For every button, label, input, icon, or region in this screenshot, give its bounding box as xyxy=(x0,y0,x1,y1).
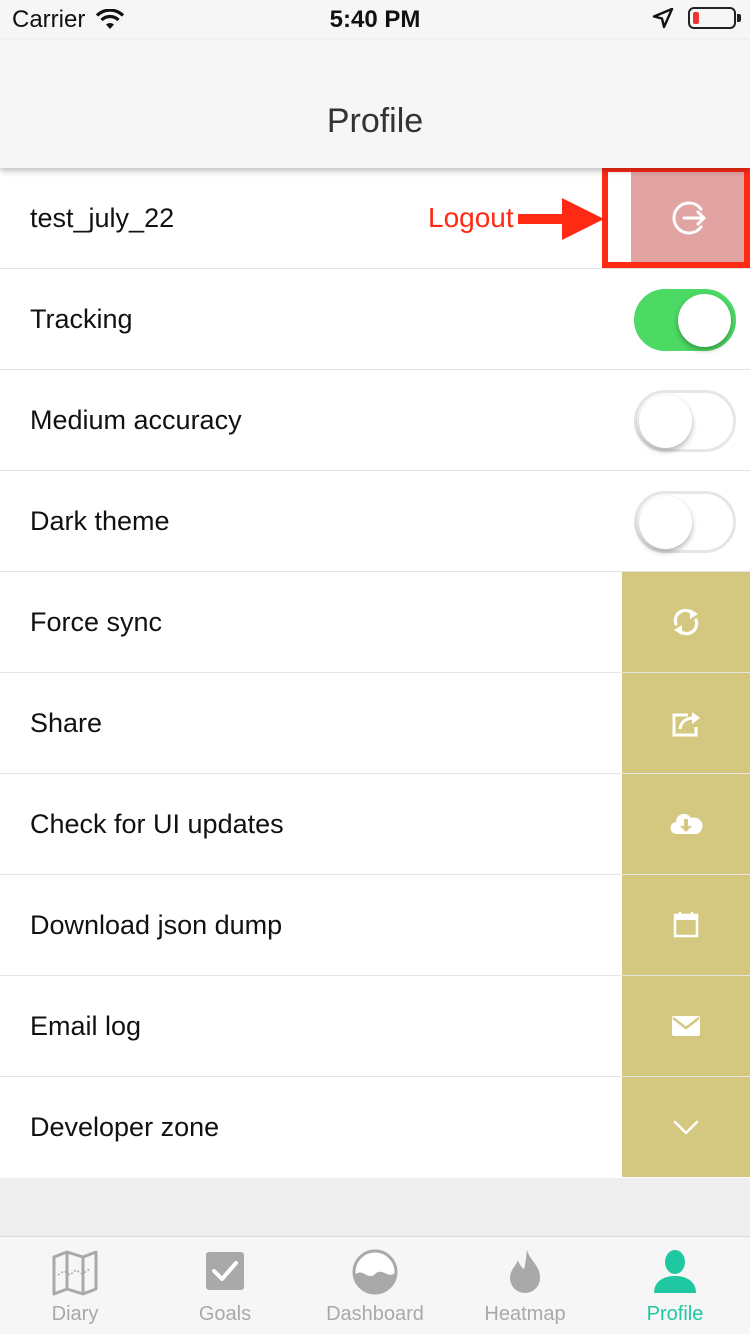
download-json-dump-button[interactable] xyxy=(622,875,750,975)
json-dump-row: Download json dump xyxy=(0,875,750,976)
dashboard-icon xyxy=(352,1249,398,1295)
tracking-toggle[interactable] xyxy=(634,289,736,351)
battery-icon xyxy=(688,7,741,29)
force-sync-label: Force sync xyxy=(30,607,163,637)
status-bar: Carrier 5:40 PM xyxy=(0,0,750,40)
medium-accuracy-toggle[interactable] xyxy=(634,390,736,452)
profile-settings-list: test_july_22 Logout Tracking Medium accu… xyxy=(0,166,750,1178)
medium-accuracy-row: Medium accuracy xyxy=(0,370,750,471)
developer-zone-label: Developer zone xyxy=(30,1112,220,1142)
logout-annotation-label: Logout xyxy=(428,202,514,233)
email-log-row: Email log xyxy=(0,976,750,1077)
mail-icon xyxy=(672,1016,700,1036)
logout-icon xyxy=(672,201,705,235)
force-sync-row: Force sync xyxy=(0,572,750,673)
status-right xyxy=(652,7,741,29)
ui-updates-row: Check for UI updates xyxy=(0,774,750,875)
email-log-button[interactable] xyxy=(622,976,750,1076)
tab-bar: Diary Goals Dashboard Heatmap Profile xyxy=(0,1236,750,1334)
tab-heatmap-label: Heatmap xyxy=(484,1303,566,1325)
flame-icon xyxy=(510,1250,540,1293)
dark-theme-row: Dark theme xyxy=(0,471,750,572)
calendar-icon xyxy=(673,912,699,938)
force-sync-button[interactable] xyxy=(622,572,750,672)
user-row: test_july_22 Logout xyxy=(0,166,750,269)
tab-goals-label: Goals xyxy=(198,1303,252,1325)
navigation-bar: Profile xyxy=(0,40,750,168)
json-dump-label: Download json dump xyxy=(30,910,283,940)
tab-dashboard[interactable]: Dashboard xyxy=(300,1237,450,1334)
cloud-download-icon xyxy=(670,813,703,835)
page-title: Profile xyxy=(326,102,424,140)
check-ui-updates-button[interactable] xyxy=(622,774,750,874)
medium-accuracy-label: Medium accuracy xyxy=(30,405,242,435)
username-label: test_july_22 xyxy=(30,203,175,233)
tracking-row: Tracking xyxy=(0,269,750,370)
share-icon xyxy=(672,712,700,737)
map-icon xyxy=(52,1250,98,1296)
annotation-arrow-icon xyxy=(518,198,604,240)
location-arrow-icon xyxy=(652,7,674,29)
tab-profile[interactable]: Profile xyxy=(600,1237,750,1334)
share-row: Share xyxy=(0,673,750,774)
tab-profile-label: Profile xyxy=(646,1303,704,1325)
email-log-label: Email log xyxy=(30,1011,142,1041)
sync-icon xyxy=(673,608,699,636)
logout-button[interactable] xyxy=(626,172,746,264)
tab-diary-label: Diary xyxy=(51,1303,99,1325)
dark-theme-toggle[interactable] xyxy=(634,491,736,553)
ui-updates-label: Check for UI updates xyxy=(30,809,284,839)
person-icon xyxy=(654,1250,696,1293)
tab-heatmap[interactable]: Heatmap xyxy=(450,1237,600,1334)
share-label: Share xyxy=(30,708,103,738)
tracking-label: Tracking xyxy=(30,304,133,334)
tab-dashboard-label: Dashboard xyxy=(326,1303,424,1325)
developer-zone-row: Developer zone xyxy=(0,1077,750,1178)
developer-zone-button[interactable] xyxy=(622,1077,750,1177)
chevron-down-icon xyxy=(673,1120,699,1135)
share-button[interactable] xyxy=(622,673,750,773)
checkbox-icon xyxy=(206,1252,244,1290)
tab-goals[interactable]: Goals xyxy=(150,1237,300,1334)
tab-diary[interactable]: Diary xyxy=(0,1237,150,1334)
dark-theme-label: Dark theme xyxy=(30,506,170,536)
status-time: 5:40 PM xyxy=(329,6,421,33)
